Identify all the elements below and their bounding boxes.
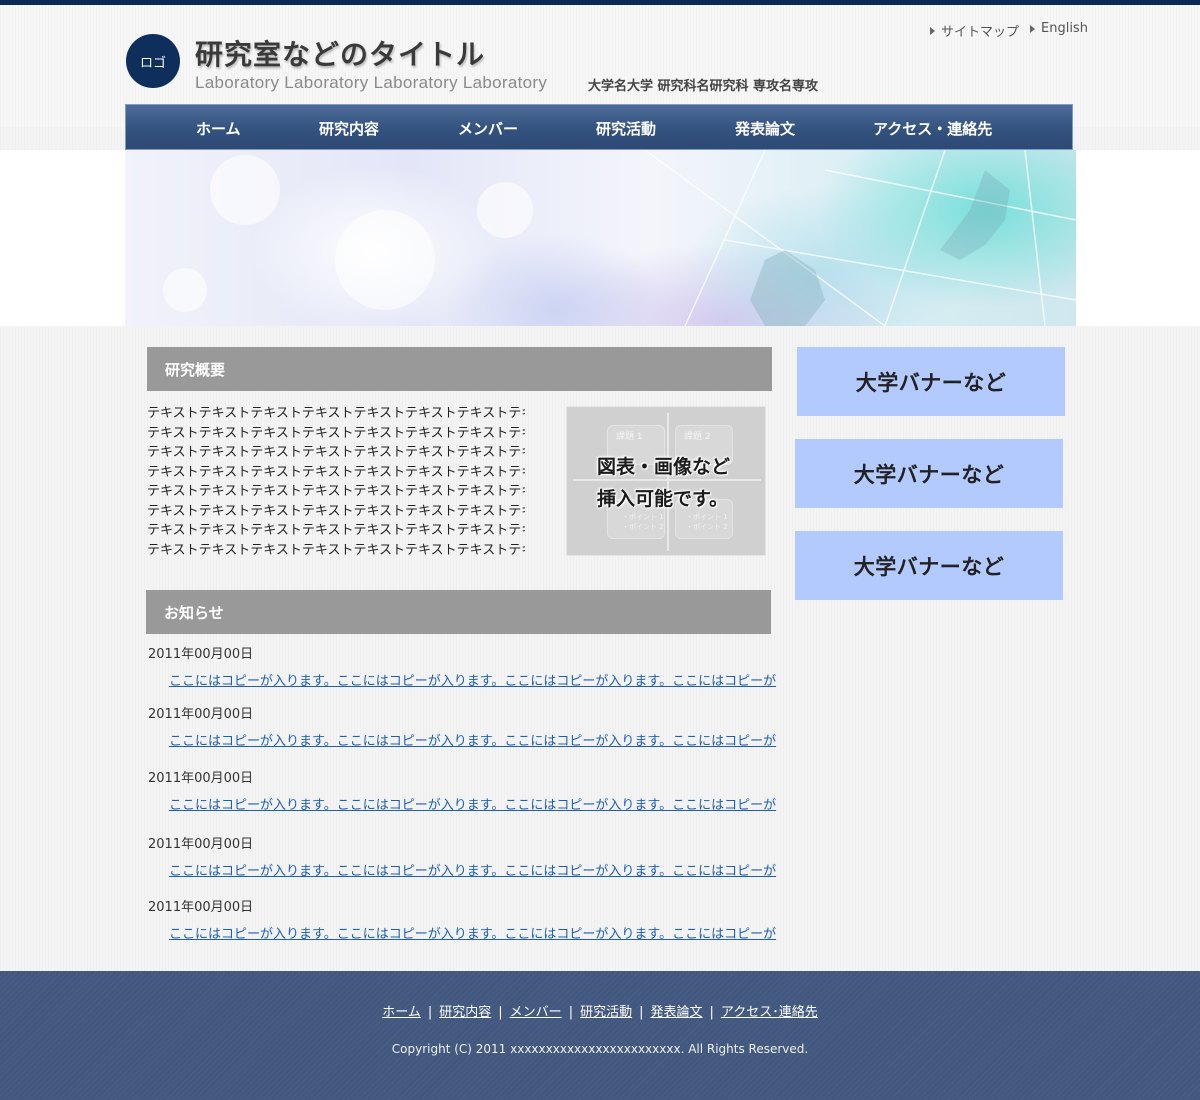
- copyright-text: Copyright (C) 2011 xxxxxxxxxxxxxxxxxxxxx…: [391, 1042, 809, 1056]
- overview-line: テキストテキストテキストテキストテキストテキストテキストテキスト: [147, 523, 525, 538]
- site-title[interactable]: 研究室などのタイトル: [195, 33, 485, 73]
- sitemap-link[interactable]: サイトマップ: [930, 21, 1019, 40]
- overview-line: テキストテキストテキストテキストテキストテキストテキストテキスト: [147, 425, 525, 441]
- news-heading: お知らせ: [146, 590, 771, 634]
- footer-separator: |: [568, 1005, 574, 1020]
- news-date: 2011年00月00日: [148, 647, 254, 662]
- banner-label: 大学バナーなど: [853, 554, 1005, 579]
- university-banner[interactable]: 大学バナーなど: [795, 439, 1063, 508]
- footer-separator: |: [639, 1005, 644, 1020]
- nav-item-activities[interactable]: 研究活動: [596, 118, 656, 139]
- nav-item-access[interactable]: アクセス・連絡先: [873, 118, 992, 139]
- sitemap-link-label: サイトマップ: [941, 25, 1020, 40]
- nav-item-research[interactable]: 研究内容: [319, 118, 379, 139]
- logo-text: ロゴ: [139, 55, 166, 71]
- overview-text: テキストテキストテキストテキストテキストテキストテキストテキスト テキストテキス…: [147, 404, 525, 560]
- news-link[interactable]: ここにはコピーが入ります。ここにはコピーが入ります。ここにはコピーが入ります。こ…: [169, 860, 776, 879]
- banner-label: 大学バナーなど: [853, 462, 1005, 487]
- footer-link-research[interactable]: 研究内容: [439, 1005, 491, 1020]
- triangle-right-icon: [930, 26, 935, 35]
- site-footer: ホーム | 研究内容 | メンバー | 研究活動 | 発表論文 | アクセス･連絡先 Copyrig…: [0, 971, 1200, 1100]
- footer-nav: ホーム | 研究内容 | メンバー | 研究活動 | 発表論文 | アクセス･連絡先: [0, 1001, 1200, 1020]
- figure-caption-line: 挿入可能です。: [597, 488, 729, 510]
- footer-link-access[interactable]: アクセス･連絡先: [721, 1005, 818, 1020]
- footer-separator: |: [427, 1005, 433, 1020]
- footer-link-home[interactable]: ホーム: [382, 1005, 421, 1020]
- news-link[interactable]: ここにはコピーが入ります。ここにはコピーが入ります。ここにはコピーが入ります。こ…: [169, 730, 776, 749]
- news-link[interactable]: ここにはコピーが入ります。ここにはコピーが入ります。ここにはコピーが入ります。こ…: [169, 923, 776, 942]
- nav-item-members[interactable]: メンバー: [458, 118, 518, 139]
- point-label: ・ポイント 2: [622, 523, 664, 531]
- point-label: ・ポイント 2: [686, 523, 728, 531]
- hero-band: [0, 150, 1200, 326]
- news-date: 2011年00月00日: [148, 900, 254, 915]
- english-link[interactable]: English: [1030, 21, 1088, 36]
- overview-line: テキストテキストテキストテキストテキストテキストテキストテキスト: [147, 484, 525, 499]
- overview-line: テキストテキストテキストテキストテキストテキストテキストテキスト: [147, 445, 525, 460]
- overview-heading: 研究概要: [147, 347, 772, 391]
- site-logo[interactable]: ロゴ: [126, 34, 180, 88]
- overview-line: テキストテキストテキストテキストテキストテキストテキストテキスト: [147, 542, 525, 558]
- footer-link-publications[interactable]: 発表論文: [650, 1005, 702, 1020]
- english-link-label: English: [1041, 21, 1088, 36]
- news-link[interactable]: ここにはコピーが入ります。ここにはコピーが入ります。ここにはコピーが入ります。こ…: [169, 670, 776, 689]
- news-link[interactable]: ここにはコピーが入ります。ここにはコピーが入ります。ここにはコピーが入ります。こ…: [169, 794, 776, 813]
- news-date: 2011年00月00日: [148, 837, 254, 852]
- overview-line: テキストテキストテキストテキストテキストテキストテキストテキスト: [147, 464, 525, 480]
- hero-globe-graphic: [163, 150, 1076, 326]
- news-date: 2011年00月00日: [148, 707, 254, 722]
- quadrant-label: 課題 1: [616, 432, 643, 442]
- nav-item-home[interactable]: ホーム: [196, 118, 241, 139]
- footer-link-members[interactable]: メンバー: [510, 1005, 562, 1020]
- banner-label: 大学バナーなど: [855, 370, 1007, 395]
- site-subtitle: Laboratory Laboratory Laboratory Laborat…: [195, 73, 548, 92]
- university-banner[interactable]: 大学バナーなど: [795, 531, 1063, 600]
- quadrant-label: 課題 2: [684, 432, 711, 442]
- overview-figure: 課題 1 課題 2 ・ポイント 1 ・ポイント 2 ・ポイント 1 ・ポイント …: [566, 406, 766, 556]
- hero-image: [125, 150, 1076, 326]
- overview-line: テキストテキストテキストテキストテキストテキストテキストテキスト: [147, 406, 525, 421]
- overview-line: テキストテキストテキストテキストテキストテキストテキストテキスト: [147, 503, 525, 519]
- footer-link-activities[interactable]: 研究活動: [580, 1005, 632, 1020]
- affiliation-text: 大学名大学 研究科名研究科 専攻名専攻: [588, 79, 819, 94]
- figure-caption-line: 図表・画像など: [597, 456, 731, 478]
- university-banner[interactable]: 大学バナーなど: [797, 347, 1065, 416]
- news-date: 2011年00月00日: [148, 771, 254, 786]
- footer-separator: |: [498, 1005, 503, 1020]
- triangle-right-icon: [1030, 24, 1035, 33]
- footer-separator: |: [709, 1005, 714, 1020]
- global-nav: ホーム 研究内容 メンバー 研究活動 発表論文 アクセス・連絡先: [125, 104, 1073, 150]
- nav-item-publications[interactable]: 発表論文: [735, 118, 795, 139]
- figure-caption: 図表・画像など 挿入可能です。: [597, 451, 730, 515]
